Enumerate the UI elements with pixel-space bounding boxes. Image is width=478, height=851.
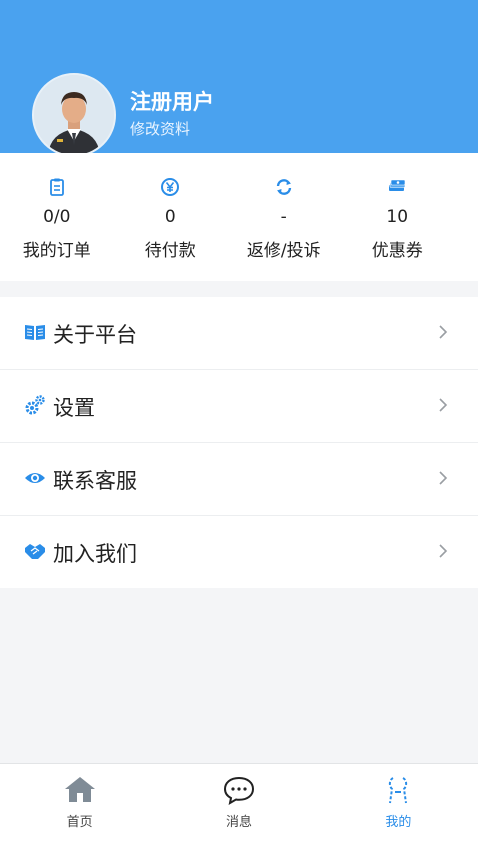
gears-icon — [25, 395, 45, 415]
stat-coupons[interactable]: 10 优惠券 — [341, 153, 455, 281]
menu-label: 加入我们 — [53, 542, 137, 566]
stat-value: - — [280, 207, 287, 227]
refresh-icon — [276, 179, 291, 195]
tab-home[interactable]: 首页 — [0, 764, 159, 851]
stat-label: 我的订单 — [22, 241, 91, 261]
user-name: 注册用户 — [130, 90, 214, 114]
chevron-right-icon — [439, 544, 448, 558]
profile-header: 注册用户 修改资料 — [0, 0, 478, 157]
stat-orders[interactable]: 0/0 我的订单 — [0, 153, 114, 281]
avatar[interactable] — [32, 73, 116, 157]
stat-label: 优惠券 — [371, 241, 423, 261]
stat-value: 10 — [386, 207, 409, 227]
menu-item-about[interactable]: 关于平台 — [0, 297, 478, 370]
stat-label: 待付款 — [144, 241, 196, 261]
menu-item-join-us[interactable]: 加入我们 — [0, 516, 478, 588]
person-icon — [389, 777, 408, 804]
eye-icon — [25, 473, 45, 483]
stat-repair-complaint[interactable]: - 返修/投诉 — [227, 153, 341, 281]
home-icon — [64, 777, 95, 802]
menu-item-settings[interactable]: 设置 — [0, 370, 478, 443]
stats-row: 0/0 我的订单 0 待付款 - 返修/投诉 10 优惠券 — [0, 153, 478, 281]
menu-item-customer-service[interactable]: 联系客服 — [0, 443, 478, 516]
edit-profile-link[interactable]: 修改资料 — [130, 118, 190, 139]
menu-label: 设置 — [53, 396, 95, 420]
tab-label: 消息 — [225, 815, 252, 830]
stat-pending-payment[interactable]: 0 待付款 — [114, 153, 228, 281]
tab-label: 首页 — [66, 815, 93, 830]
clipboard-icon — [49, 178, 64, 196]
tab-label: 我的 — [385, 815, 412, 830]
menu-label: 关于平台 — [53, 323, 137, 347]
stat-value: 0 — [164, 207, 176, 227]
book-icon — [25, 325, 45, 340]
stat-label: 返修/投诉 — [246, 241, 321, 261]
yen-circle-icon — [161, 178, 180, 196]
coupon-stack-icon — [389, 179, 406, 191]
tab-messages[interactable]: 消息 — [159, 764, 318, 851]
handshake-icon — [25, 544, 45, 559]
chevron-right-icon — [439, 471, 448, 485]
chevron-right-icon — [439, 398, 448, 412]
menu-list: 关于平台 设置 联系客服 加入我们 — [0, 297, 478, 588]
bottom-tab-bar: 首页 消息 我的 — [0, 763, 478, 851]
chat-icon — [223, 776, 254, 805]
user-avatar-icon — [34, 75, 114, 155]
stat-value: 0/0 — [43, 207, 71, 227]
menu-label: 联系客服 — [53, 469, 137, 493]
chevron-right-icon — [439, 325, 448, 339]
tab-mine[interactable]: 我的 — [319, 764, 478, 851]
